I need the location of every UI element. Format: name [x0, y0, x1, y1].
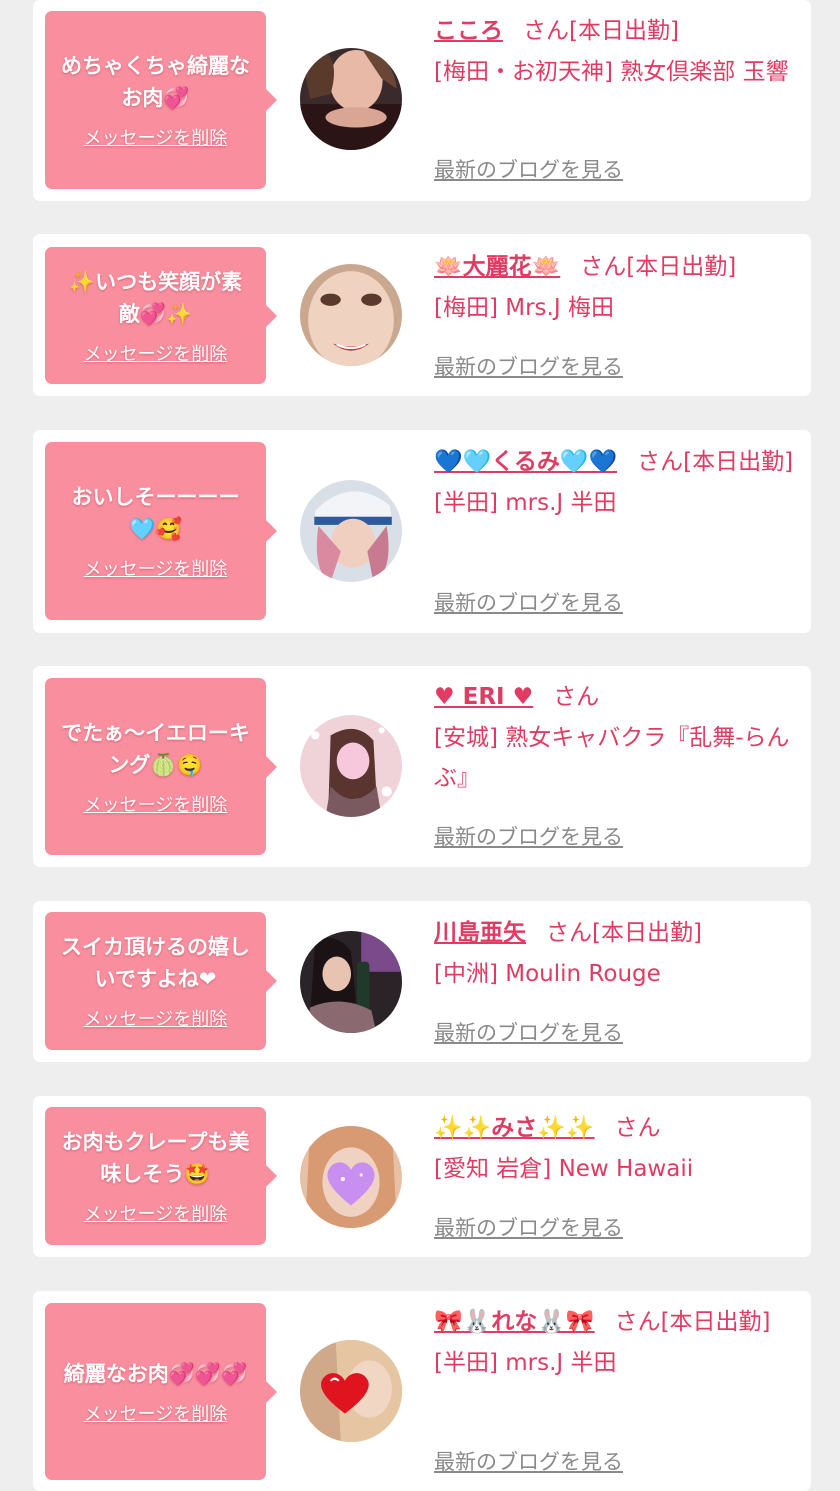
girl-name-link[interactable]: こころ	[434, 18, 503, 44]
avatar-photo	[300, 48, 402, 150]
message-text: スイカ頂けるの嬉しいですよね❤	[61, 935, 250, 991]
shop-text: [梅田] Mrs.J 梅田	[434, 295, 614, 321]
name-line: 🎀🐰れな🐰🎀 さん[本日出勤]	[434, 1301, 800, 1343]
entry-info: 川島亜矢 さん[本日出勤] [中洲] Moulin Rouge	[434, 912, 800, 994]
message-bubble: ✨いつも笑顔が素敵💞✨ メッセージを削除	[45, 247, 277, 384]
avatar-photo	[300, 931, 402, 1033]
message-text: でたぁ〜イエローキング🍈🤤	[61, 720, 250, 777]
shop-text: [中洲] Moulin Rouge	[434, 961, 661, 987]
message-text: おいしそーーーー🩵🥰	[71, 485, 240, 541]
latest-blog-link[interactable]: 最新のブログを見る	[434, 154, 623, 184]
avatar-photo	[300, 264, 402, 366]
status-text: さん[本日出勤]	[523, 18, 679, 44]
status-text: さん	[553, 684, 600, 710]
entry-info: 🪷大麗花🪷 さん[本日出勤] [梅田] Mrs.J 梅田	[434, 246, 800, 328]
girl-name-link[interactable]: 💙🩵くるみ🩵💙	[434, 449, 617, 475]
message-bubble: スイカ頂けるの嬉しいですよね❤ メッセージを削除	[45, 912, 277, 1050]
avatar-photo	[300, 1340, 402, 1442]
shop-text: [梅田・お初天神] 熟女倶楽部 玉響	[434, 59, 789, 85]
avatar-photo	[300, 480, 402, 582]
delete-message-link[interactable]: メッセージを削除	[84, 1200, 228, 1226]
status-text: さん[本日出勤]	[546, 920, 702, 946]
message-text: 綺麗なお肉💞💞💞	[63, 1361, 248, 1386]
avatar[interactable]	[300, 48, 402, 150]
girl-name-link[interactable]: ♥ ERI ♥	[434, 684, 533, 710]
message-card: 綺麗なお肉💞💞💞 メッセージを削除 🎀🐰れな🐰🎀 さん[本日出勤] [半田] mr…	[33, 1291, 811, 1491]
latest-blog-link[interactable]: 最新のブログを見る	[434, 1212, 623, 1242]
shop-text: [愛知 岩倉] New Hawaii	[434, 1156, 694, 1182]
message-card: お肉もクレープも美味しそう🤩 メッセージを削除 ✨✨みさ✨✨ さん [愛知 岩倉]…	[33, 1096, 811, 1257]
avatar-photo	[300, 715, 402, 817]
message-card: でたぁ〜イエローキング🍈🤤 メッセージを削除 ♥ ERI ♥ さん [安城] 熟女…	[33, 666, 811, 867]
latest-blog-link[interactable]: 最新のブログを見る	[434, 821, 623, 851]
message-bubble: でたぁ〜イエローキング🍈🤤 メッセージを削除	[45, 678, 277, 855]
girl-name-link[interactable]: ✨✨みさ✨✨	[434, 1115, 595, 1141]
message-text: ✨いつも笑顔が素敵💞✨	[68, 269, 243, 326]
entry-info: こころ さん[本日出勤] [梅田・お初天神] 熟女倶楽部 玉響	[434, 10, 800, 92]
message-card: めちゃくちゃ綺麗なお肉💞 メッセージを削除 こころ さん[本日出勤] [梅田・お初…	[33, 0, 811, 201]
delete-message-link[interactable]: メッセージを削除	[84, 340, 228, 366]
latest-blog-link[interactable]: 最新のブログを見る	[434, 587, 623, 617]
avatar[interactable]	[300, 1126, 402, 1228]
message-bubble: おいしそーーーー🩵🥰 メッセージを削除	[45, 442, 277, 620]
delete-message-link[interactable]: メッセージを削除	[84, 1005, 228, 1031]
delete-message-link[interactable]: メッセージを削除	[84, 124, 228, 150]
name-line: ✨✨みさ✨✨ さん	[434, 1107, 800, 1149]
message-text: めちゃくちゃ綺麗なお肉💞	[61, 54, 250, 110]
name-line: こころ さん[本日出勤]	[434, 10, 800, 52]
entry-info: ♥ ERI ♥ さん [安城] 熟女キャバクラ『乱舞-らんぶ』	[434, 676, 800, 798]
status-text: さん	[614, 1115, 661, 1141]
girl-name-link[interactable]: 川島亜矢	[434, 920, 526, 946]
girl-name-link[interactable]: 🎀🐰れな🐰🎀	[434, 1309, 595, 1335]
avatar[interactable]	[300, 931, 402, 1033]
status-text: さん[本日出勤]	[614, 1309, 771, 1335]
entry-info: ✨✨みさ✨✨ さん [愛知 岩倉] New Hawaii	[434, 1107, 800, 1189]
name-line: ♥ ERI ♥ さん	[434, 676, 800, 718]
message-bubble: お肉もクレープも美味しそう🤩 メッセージを削除	[45, 1107, 277, 1245]
delete-message-link[interactable]: メッセージを削除	[84, 791, 228, 817]
shop-text: [半田] mrs.J 半田	[434, 490, 617, 516]
name-line: 💙🩵くるみ🩵💙 さん[本日出勤]	[434, 441, 800, 483]
delete-message-link[interactable]: メッセージを削除	[84, 555, 228, 581]
name-line: 川島亜矢 さん[本日出勤]	[434, 912, 800, 954]
shop-text: [半田] mrs.J 半田	[434, 1350, 617, 1376]
message-card: ✨いつも笑顔が素敵💞✨ メッセージを削除 🪷大麗花🪷 さん[本日出勤] [梅田] …	[33, 234, 811, 396]
entry-info: 🎀🐰れな🐰🎀 さん[本日出勤] [半田] mrs.J 半田	[434, 1301, 800, 1383]
avatar[interactable]	[300, 264, 402, 366]
message-bubble: めちゃくちゃ綺麗なお肉💞 メッセージを削除	[45, 11, 277, 189]
delete-message-link[interactable]: メッセージを削除	[84, 1400, 228, 1426]
latest-blog-link[interactable]: 最新のブログを見る	[434, 1446, 623, 1476]
avatar[interactable]	[300, 715, 402, 817]
girl-name-link[interactable]: 🪷大麗花🪷	[434, 254, 560, 280]
avatar-photo	[300, 1126, 402, 1228]
message-card: おいしそーーーー🩵🥰 メッセージを削除 💙🩵くるみ🩵💙 さん[本日出勤] [半田]…	[33, 430, 811, 633]
message-bubble: 綺麗なお肉💞💞💞 メッセージを削除	[45, 1303, 277, 1480]
latest-blog-link[interactable]: 最新のブログを見る	[434, 351, 623, 381]
latest-blog-link[interactable]: 最新のブログを見る	[434, 1017, 623, 1047]
name-line: 🪷大麗花🪷 さん[本日出勤]	[434, 246, 800, 288]
message-card: スイカ頂けるの嬉しいですよね❤ メッセージを削除 川島亜矢 さん[本日出勤] [中…	[33, 901, 811, 1062]
status-text: さん[本日出勤]	[580, 254, 737, 280]
status-text: さん[本日出勤]	[637, 449, 794, 475]
avatar[interactable]	[300, 480, 402, 582]
entry-info: 💙🩵くるみ🩵💙 さん[本日出勤] [半田] mrs.J 半田	[434, 441, 800, 523]
shop-text: [安城] 熟女キャバクラ『乱舞-らんぶ』	[434, 725, 790, 791]
message-text: お肉もクレープも美味しそう🤩	[61, 1130, 250, 1186]
avatar[interactable]	[300, 1340, 402, 1442]
